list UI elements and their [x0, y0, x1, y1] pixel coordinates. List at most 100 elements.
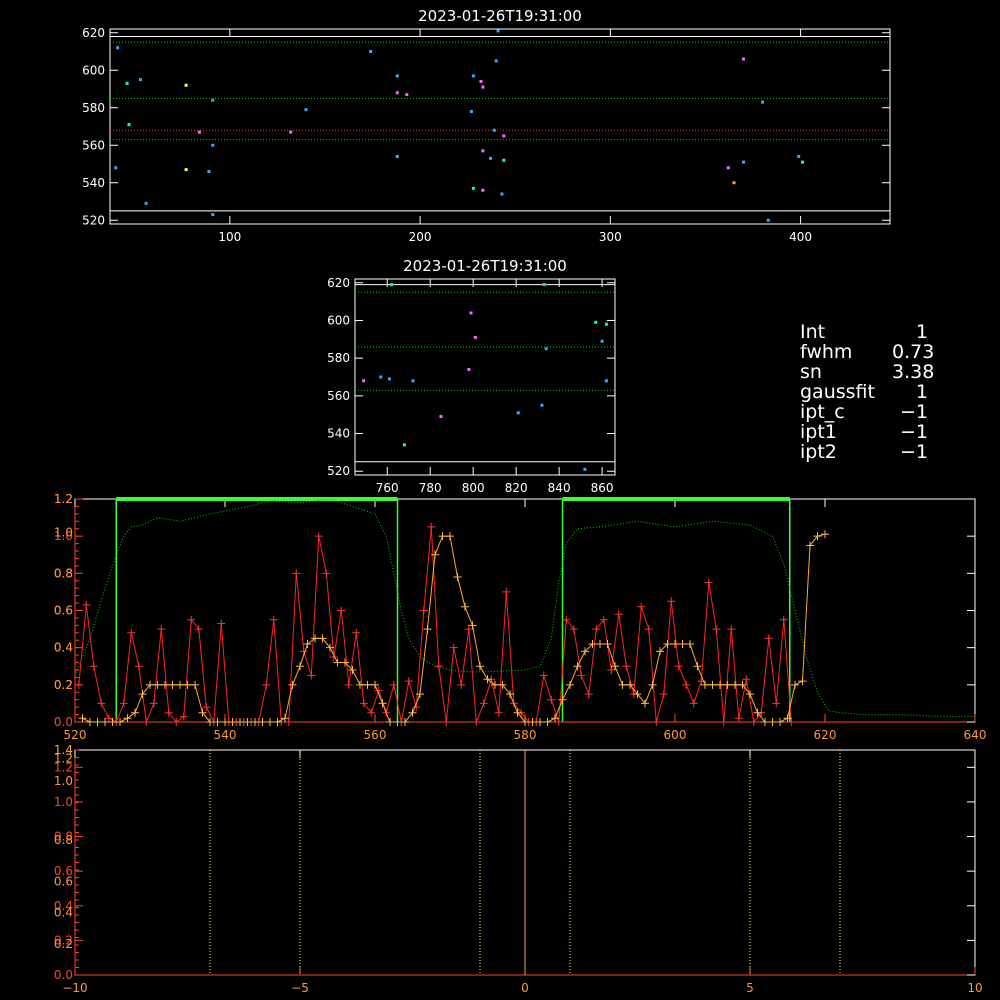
y-tick-label-alt: 0.2	[54, 937, 73, 951]
data-point	[488, 156, 492, 160]
data-point	[390, 283, 394, 287]
info-value: 1	[915, 321, 928, 343]
data-point	[500, 192, 504, 196]
data-point-marker	[131, 708, 139, 717]
data-point	[127, 123, 131, 127]
data-point-marker	[296, 662, 304, 671]
data-point-marker	[217, 619, 226, 628]
plot-frame	[109, 28, 891, 225]
x-tick-label: 780	[419, 481, 442, 495]
y-tick-label: 0.0	[54, 715, 73, 729]
data-point	[211, 98, 215, 102]
data-point-marker	[731, 680, 739, 689]
data-point-marker	[104, 714, 113, 723]
data-point	[604, 379, 608, 383]
plot-frame	[354, 278, 616, 476]
y-tick-label: 600	[82, 63, 105, 77]
data-point	[304, 108, 308, 112]
data-point-marker	[603, 639, 612, 648]
data-point	[184, 83, 188, 87]
data-point-marker	[371, 680, 379, 689]
data-point-marker	[697, 677, 706, 686]
data-point-marker	[311, 634, 319, 643]
data-point-marker	[202, 703, 211, 712]
data-point-marker	[427, 522, 436, 531]
data-point	[362, 379, 366, 383]
data-point-marker	[86, 718, 94, 726]
y-tick-label: 540	[327, 427, 350, 441]
x-tick-label: −10	[62, 981, 87, 995]
data-point-marker	[438, 532, 447, 541]
info-value: 0.73	[892, 341, 935, 363]
data-point	[207, 170, 211, 173]
panel-offset: −10 −5 0 5 101.21.00.80.60.40.20.01.41.21.00…	[54, 743, 983, 995]
data-point	[479, 80, 483, 83]
y-tick-label: 540	[82, 176, 105, 190]
y-tick-label-alt: 1.0	[54, 774, 73, 788]
data-point-marker	[322, 569, 331, 578]
data-point	[116, 46, 120, 50]
data-point-marker	[281, 714, 289, 723]
data-point-marker	[149, 699, 158, 708]
data-point-marker	[472, 718, 481, 726]
info-key: gaussfit	[800, 381, 875, 403]
figure-canvas: 2023-01-26T19:31:00100 200 300 400520540560…	[54, 7, 987, 995]
y-tick-label: 620	[82, 26, 105, 40]
data-point	[114, 166, 118, 170]
y-tick-label-alt: 0.6	[54, 875, 73, 889]
x-tick-label: 560	[364, 728, 387, 742]
data-point	[600, 339, 604, 343]
data-point	[766, 218, 770, 222]
info-row-fwhm: fwhm 0.73	[800, 341, 935, 363]
data-point	[742, 160, 746, 164]
data-point-marker	[464, 625, 473, 634]
data-point-marker	[637, 602, 646, 611]
info-key: fwhm	[800, 341, 853, 363]
info-value: −1	[899, 421, 928, 443]
data-point-marker	[712, 625, 721, 634]
data-point	[604, 322, 608, 326]
info-key: Int	[800, 321, 826, 343]
data-point-marker	[157, 625, 166, 634]
data-point-marker	[689, 699, 698, 708]
data-point	[387, 377, 391, 381]
data-point-marker	[779, 615, 788, 624]
data-point-marker	[768, 718, 777, 726]
y-tick-label-alt: 1.2	[54, 752, 73, 766]
x-tick-label: 520	[64, 728, 87, 742]
data-point-marker	[682, 680, 691, 689]
data-point-marker	[419, 606, 428, 615]
data-point-marker	[734, 714, 743, 723]
data-point	[583, 467, 587, 471]
data-point-marker	[742, 675, 751, 684]
info-panel: Int 1 fwhm 0.73 sn 3.38 gaussfit 1 ipt_c −1 i…	[800, 321, 935, 463]
x-tick-label: 840	[548, 481, 571, 495]
x-tick-label: 100	[218, 230, 241, 244]
data-point-marker	[693, 662, 702, 671]
data-point	[732, 181, 736, 185]
x-tick-label: 540	[214, 728, 237, 742]
data-point-marker	[303, 639, 312, 648]
data-point-marker	[502, 587, 511, 596]
data-point	[469, 110, 473, 113]
data-point-marker	[708, 680, 717, 689]
data-point-marker	[74, 680, 83, 689]
chart-title: 2023-01-26T19:31:00	[418, 7, 582, 25]
y-tick-label-alt: 0.6	[54, 604, 73, 618]
info-value: −1	[899, 441, 928, 463]
data-point	[369, 50, 373, 53]
x-tick-label: 640	[964, 728, 987, 742]
data-point-marker	[798, 677, 807, 686]
data-point-marker	[479, 699, 488, 708]
data-point-marker	[652, 718, 661, 726]
data-point	[496, 29, 500, 33]
y-tick-label-alt: 0.4	[54, 906, 73, 920]
data-point-marker	[93, 718, 102, 726]
x-tick-label: 820	[505, 481, 528, 495]
data-point-marker	[213, 718, 222, 726]
data-point	[402, 443, 406, 447]
x-tick-label: 10	[967, 981, 982, 995]
data-point-marker	[547, 695, 556, 704]
data-point-marker	[284, 718, 293, 726]
data-point-marker	[236, 718, 244, 726]
